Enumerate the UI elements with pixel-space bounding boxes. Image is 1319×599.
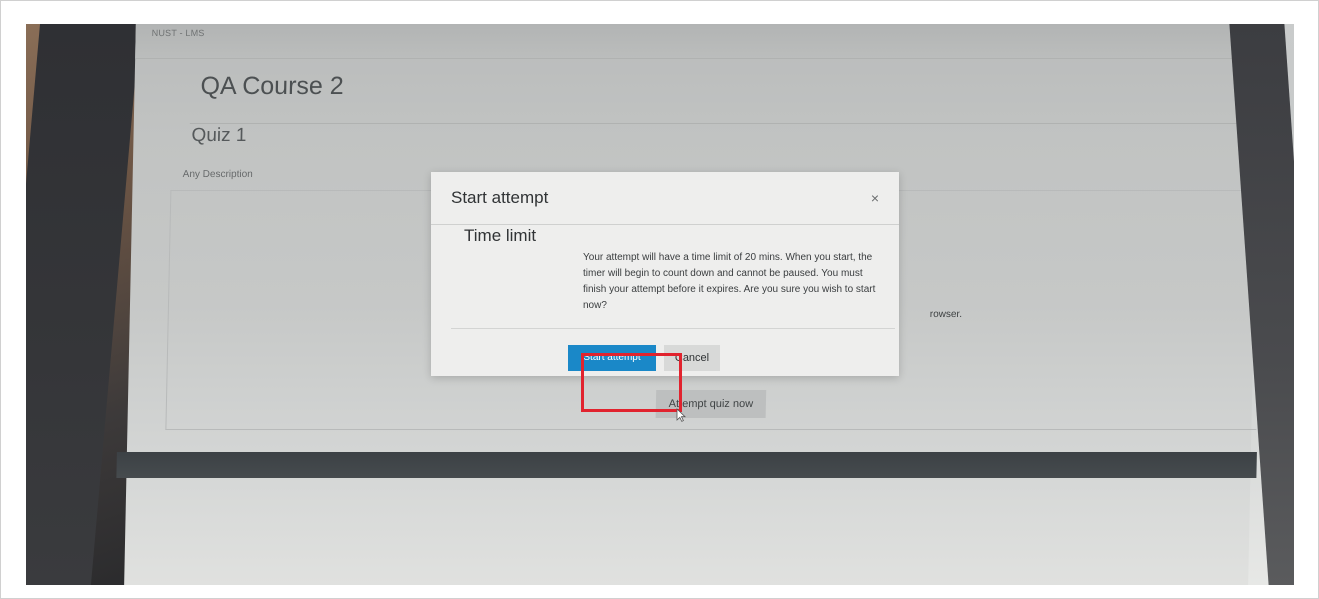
screenshot-frame: NUST - LMS QA Course 2 Quiz 1 Any Descri… xyxy=(0,0,1319,599)
browser-text-fragment: rowser. xyxy=(929,309,963,320)
quiz-description: Any Description xyxy=(182,169,253,180)
close-icon[interactable]: × xyxy=(871,190,879,206)
mouse-cursor-icon xyxy=(676,408,686,422)
footer-band xyxy=(116,452,1257,478)
top-navbar: NUST - LMS xyxy=(135,24,1260,59)
site-name[interactable]: NUST - LMS xyxy=(152,28,205,38)
time-limit-message: Your attempt will have a time limit of 2… xyxy=(583,252,876,311)
dialog-title: Start attempt xyxy=(451,188,549,207)
header-divider xyxy=(189,123,1250,124)
time-limit-heading: Time limit xyxy=(464,226,537,245)
dialog-header: Start attempt × xyxy=(431,172,899,225)
quiz-title: Quiz 1 xyxy=(191,125,247,146)
course-title: QA Course 2 xyxy=(200,72,345,100)
highlight-annotation-box xyxy=(581,353,682,412)
start-attempt-dialog: Start attempt × Time limit Your attempt … xyxy=(431,172,899,376)
dialog-footer-divider xyxy=(451,328,895,329)
